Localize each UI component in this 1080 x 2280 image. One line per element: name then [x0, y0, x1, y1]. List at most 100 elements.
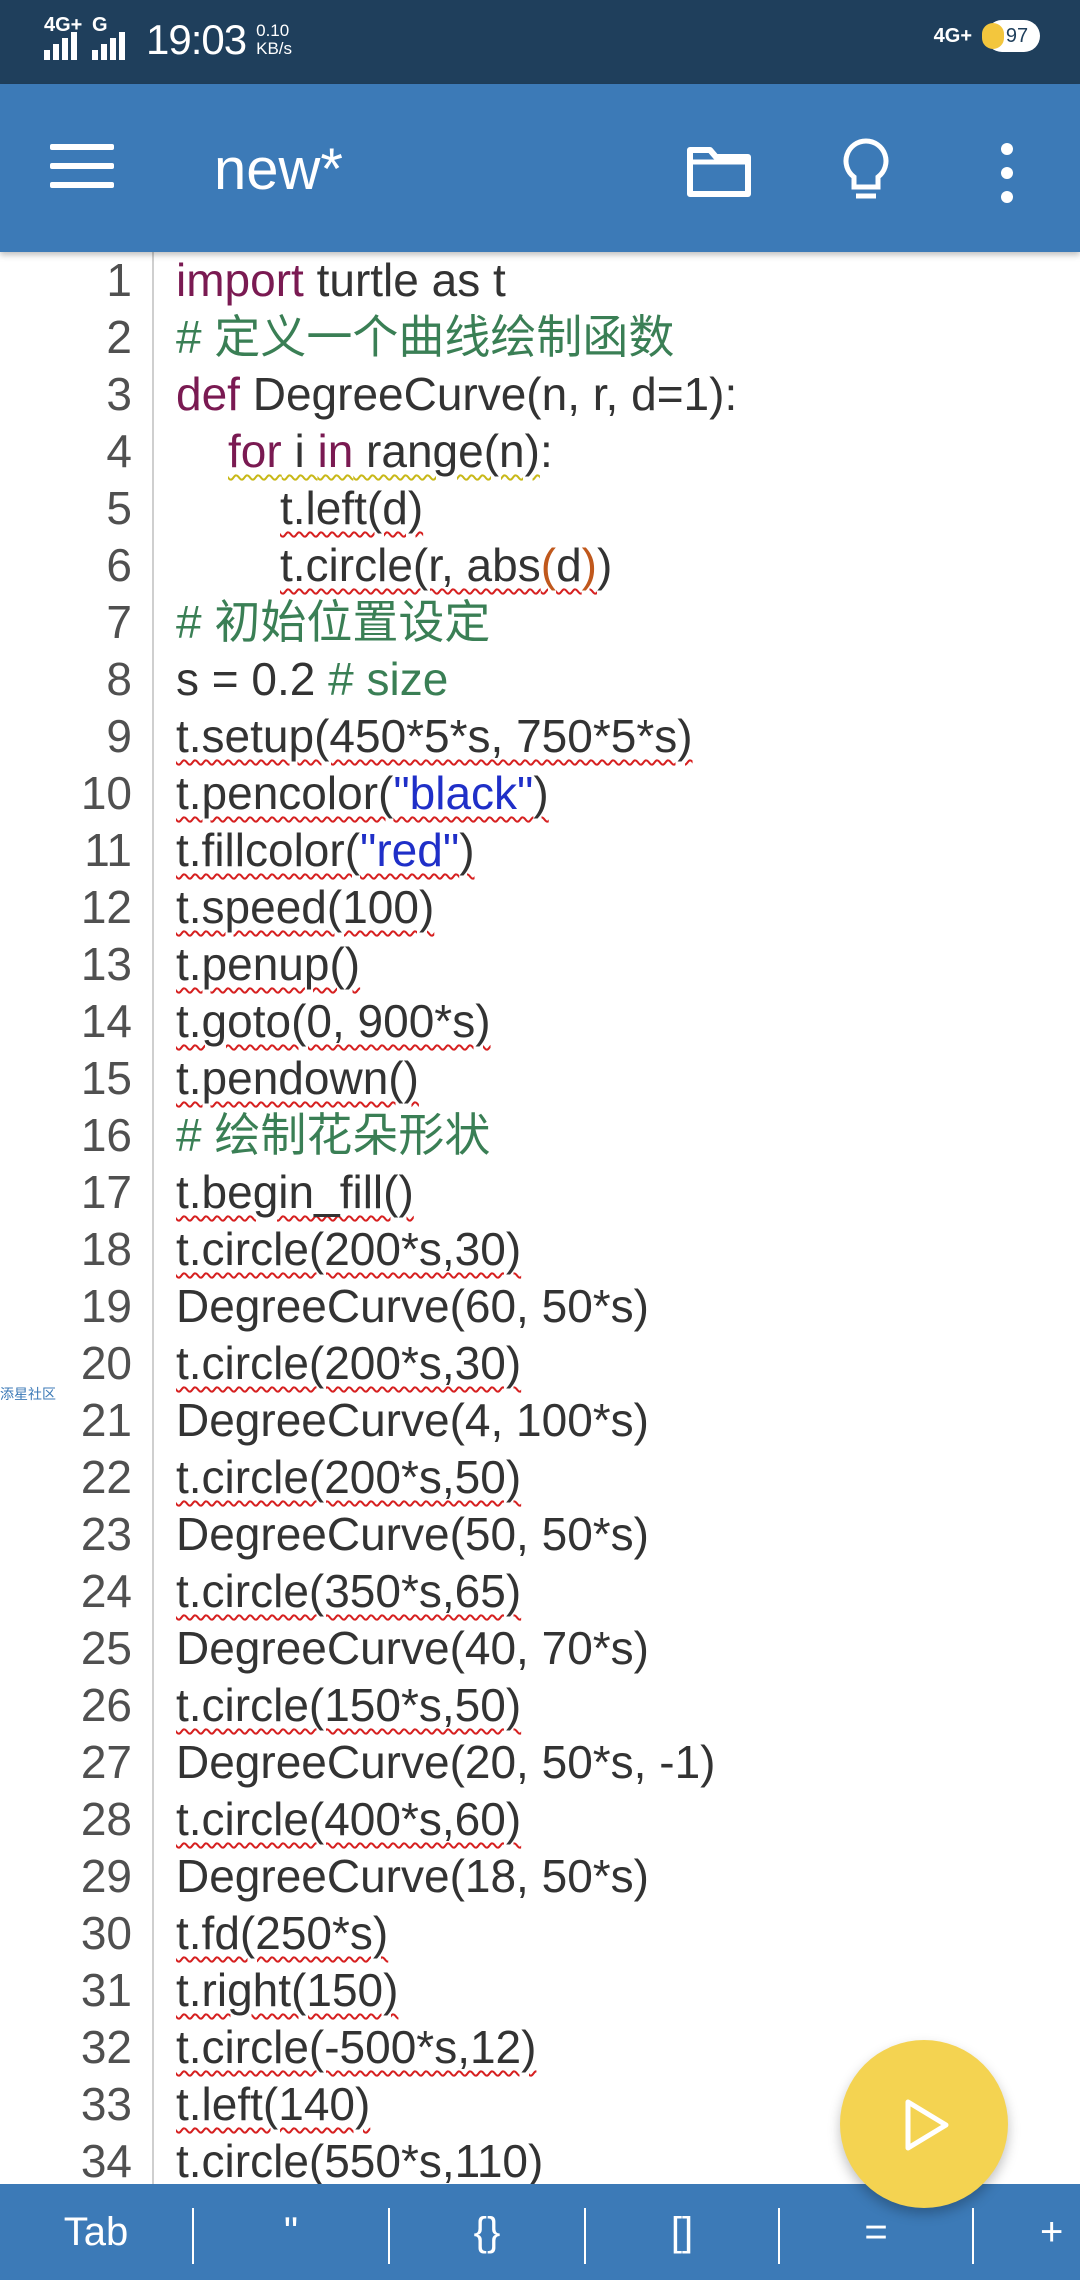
- code-line[interactable]: 30 t.fd(250*s): [0, 1905, 1080, 1962]
- code-text[interactable]: t.circle(150*s,50): [176, 1677, 521, 1734]
- code-text[interactable]: DegreeCurve(4, 100*s): [176, 1392, 649, 1449]
- lightbulb-icon[interactable]: [836, 136, 896, 206]
- code-text[interactable]: t.right(150): [176, 1962, 398, 2019]
- line-number: 20: [80, 1337, 132, 1389]
- line-number: 16: [80, 1109, 132, 1161]
- line-number: 23: [80, 1508, 132, 1560]
- code-text[interactable]: DegreeCurve(18, 50*s): [176, 1848, 649, 1905]
- code-text[interactable]: t.penup(): [176, 936, 360, 993]
- file-title: new*: [214, 137, 343, 202]
- hamburger-menu-icon[interactable]: [50, 144, 114, 192]
- code-line[interactable]: 26 t.circle(150*s,50): [0, 1677, 1080, 1734]
- code-line[interactable]: 12 t.speed(100): [0, 879, 1080, 936]
- code-text[interactable]: t.goto(0, 900*s): [176, 993, 491, 1050]
- code-line[interactable]: 8 s = 0.2 # size: [0, 651, 1080, 708]
- code-line[interactable]: 15 t.pendown(): [0, 1050, 1080, 1107]
- signal-2-icon: G: [92, 14, 128, 60]
- line-number: 22: [80, 1451, 132, 1503]
- key-tab[interactable]: Tab: [0, 2184, 192, 2280]
- code-line[interactable]: 23 DegreeCurve(50, 50*s): [0, 1506, 1080, 1563]
- key-braces[interactable]: {}: [390, 2184, 584, 2280]
- code-text[interactable]: t.circle(550*s,110): [176, 2133, 543, 2184]
- code-text[interactable]: DegreeCurve(50, 50*s): [176, 1506, 649, 1563]
- key-brackets[interactable]: []: [586, 2184, 778, 2280]
- line-number: 32: [80, 2021, 132, 2073]
- code-line[interactable]: 1 import turtle as t: [0, 252, 1080, 309]
- toolbar-divider: [972, 2208, 974, 2264]
- code-line[interactable]: 2 # 定义一个曲线绘制函数: [0, 309, 1080, 366]
- code-line[interactable]: 11 t.fillcolor("red"): [0, 822, 1080, 879]
- code-line[interactable]: 5 t.left(d): [0, 480, 1080, 537]
- line-number: 11: [84, 824, 132, 876]
- code-text[interactable]: # 绘制花朵形状: [176, 1107, 490, 1164]
- code-line[interactable]: 29 DegreeCurve(18, 50*s): [0, 1848, 1080, 1905]
- code-text[interactable]: for i in range(n):: [228, 423, 553, 480]
- code-text[interactable]: t.left(140): [176, 2076, 370, 2133]
- code-text[interactable]: t.speed(100): [176, 879, 434, 936]
- code-line[interactable]: 3 def DegreeCurve(n, r, d=1):: [0, 366, 1080, 423]
- code-line[interactable]: 21 DegreeCurve(4, 100*s): [0, 1392, 1080, 1449]
- code-text[interactable]: t.begin_fill(): [176, 1164, 414, 1221]
- run-button[interactable]: [840, 2040, 1008, 2208]
- code-line[interactable]: 9 t.setup(450*5*s, 750*5*s): [0, 708, 1080, 765]
- code-text[interactable]: t.pendown(): [176, 1050, 419, 1107]
- line-number: 24: [80, 1565, 132, 1617]
- network-type-2: G: [92, 14, 108, 36]
- line-number: 17: [80, 1166, 132, 1218]
- code-line[interactable]: 17 t.begin_fill(): [0, 1164, 1080, 1221]
- key-plus[interactable]: +: [1040, 2184, 1080, 2280]
- status-bar-right: 4G+ 97: [934, 20, 1040, 52]
- code-line[interactable]: 14 t.goto(0, 900*s): [0, 993, 1080, 1050]
- battery-icon: 97: [982, 20, 1040, 52]
- network-speed-unit: KB/s: [256, 39, 293, 58]
- line-number: 13: [80, 938, 132, 990]
- code-line[interactable]: 28 t.circle(400*s,60): [0, 1791, 1080, 1848]
- network-type-1: 4G+: [44, 14, 83, 36]
- code-text[interactable]: t.circle(r, abs(d)): [280, 537, 612, 594]
- app-bar: new*: [0, 84, 1080, 252]
- code-text[interactable]: t.circle(350*s,65): [176, 1563, 521, 1620]
- code-line[interactable]: 4 for i in range(n):: [0, 423, 1080, 480]
- line-number: 6: [106, 539, 132, 591]
- key-quote[interactable]: ": [194, 2184, 388, 2280]
- code-text[interactable]: t.circle(400*s,60): [176, 1791, 521, 1848]
- code-text[interactable]: DegreeCurve(20, 50*s, -1): [176, 1734, 715, 1791]
- code-line[interactable]: 18 t.circle(200*s,30): [0, 1221, 1080, 1278]
- code-text[interactable]: s = 0.2 # size: [176, 651, 448, 708]
- code-text[interactable]: def DegreeCurve(n, r, d=1):: [176, 366, 737, 423]
- code-text[interactable]: t.circle(200*s,30): [176, 1221, 521, 1278]
- code-editor[interactable]: 添星社区 1 import turtle as t 2 # 定义一个曲线绘制函数…: [0, 252, 1080, 2184]
- code-line[interactable]: 7 # 初始位置设定: [0, 594, 1080, 651]
- code-text[interactable]: t.fillcolor("red"): [176, 822, 475, 879]
- network-speed-value: 0.10: [256, 21, 290, 40]
- code-text[interactable]: t.circle(200*s,30): [176, 1335, 521, 1392]
- code-line[interactable]: 16 # 绘制花朵形状: [0, 1107, 1080, 1164]
- line-number: 33: [80, 2078, 132, 2130]
- line-number: 5: [106, 482, 132, 534]
- code-line[interactable]: 31 t.right(150): [0, 1962, 1080, 2019]
- code-text[interactable]: t.circle(-500*s,12): [176, 2019, 536, 2076]
- code-text[interactable]: # 定义一个曲线绘制函数: [176, 309, 674, 366]
- code-line[interactable]: 6 t.circle(r, abs(d)): [0, 537, 1080, 594]
- line-number: 34: [80, 2135, 132, 2184]
- code-line[interactable]: 19 DegreeCurve(60, 50*s): [0, 1278, 1080, 1335]
- code-text[interactable]: import turtle as t: [176, 252, 506, 309]
- code-text[interactable]: DegreeCurve(60, 50*s): [176, 1278, 649, 1335]
- code-text[interactable]: t.pencolor("black"): [176, 765, 549, 822]
- code-text[interactable]: t.circle(200*s,50): [176, 1449, 521, 1506]
- code-line[interactable]: 20 t.circle(200*s,30): [0, 1335, 1080, 1392]
- code-line[interactable]: 27 DegreeCurve(20, 50*s, -1): [0, 1734, 1080, 1791]
- code-text[interactable]: t.fd(250*s): [176, 1905, 388, 1962]
- code-text[interactable]: t.setup(450*5*s, 750*5*s): [176, 708, 693, 765]
- code-line[interactable]: 10 t.pencolor("black"): [0, 765, 1080, 822]
- more-vert-icon[interactable]: [996, 140, 1018, 206]
- folder-icon[interactable]: [686, 140, 752, 200]
- code-line[interactable]: 24 t.circle(350*s,65): [0, 1563, 1080, 1620]
- line-number: 2: [106, 311, 132, 363]
- code-line[interactable]: 22 t.circle(200*s,50): [0, 1449, 1080, 1506]
- code-line[interactable]: 13 t.penup(): [0, 936, 1080, 993]
- code-text[interactable]: # 初始位置设定: [176, 594, 490, 651]
- code-text[interactable]: DegreeCurve(40, 70*s): [176, 1620, 649, 1677]
- code-text[interactable]: t.left(d): [280, 480, 423, 537]
- code-line[interactable]: 25 DegreeCurve(40, 70*s): [0, 1620, 1080, 1677]
